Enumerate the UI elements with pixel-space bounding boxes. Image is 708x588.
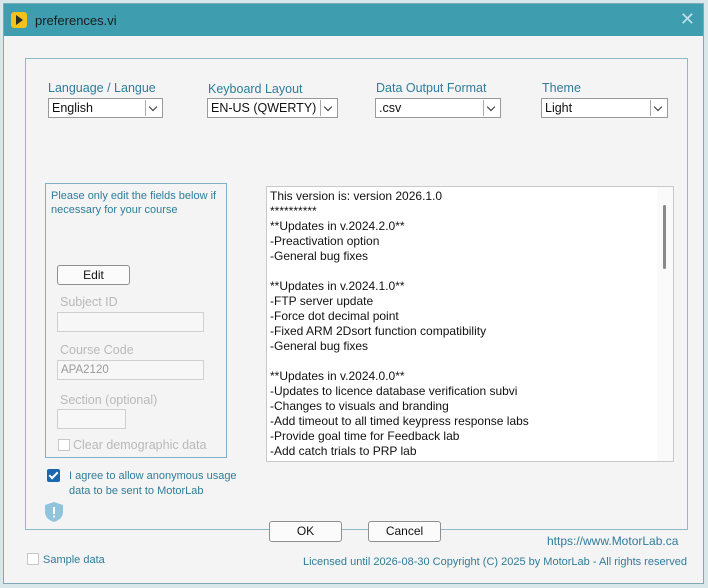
website-link[interactable]: https://www.MotorLab.ca bbox=[547, 534, 678, 548]
shield-icon bbox=[45, 502, 63, 522]
clear-demographic-label: Clear demographic data bbox=[73, 438, 207, 452]
title-bar: preferences.vi ✕ bbox=[4, 4, 703, 36]
output-format-label: Data Output Format bbox=[376, 81, 487, 95]
course-code-value: APA2120 bbox=[61, 364, 109, 376]
app-icon bbox=[11, 12, 27, 28]
subject-id-label: Subject ID bbox=[60, 295, 118, 309]
output-format-select[interactable]: .csv bbox=[375, 98, 501, 118]
preferences-window: preferences.vi ✕ Language / Langue Engli… bbox=[3, 3, 704, 584]
chevron-down-icon[interactable] bbox=[650, 100, 666, 116]
release-notes-text: This version is: version 2026.1.0 ******… bbox=[270, 189, 529, 458]
consent-checkbox[interactable] bbox=[47, 469, 60, 482]
language-value: English bbox=[52, 101, 93, 115]
release-notes-box[interactable]: This version is: version 2026.1.0 ******… bbox=[266, 186, 674, 462]
clear-demographic-checkbox[interactable] bbox=[58, 439, 70, 451]
chevron-down-icon[interactable] bbox=[483, 100, 499, 116]
theme-label: Theme bbox=[542, 81, 581, 95]
edit-button[interactable]: Edit bbox=[57, 265, 130, 285]
language-select[interactable]: English bbox=[48, 98, 163, 118]
keyboard-value: EN-US (QWERTY) bbox=[211, 101, 317, 115]
section-label: Section (optional) bbox=[60, 393, 158, 407]
license-text: Licensed until 2026-08-30 Copyright (C) … bbox=[303, 556, 687, 568]
keyboard-select[interactable]: EN-US (QWERTY) bbox=[207, 98, 338, 118]
course-note: Please only edit the fields below if nec… bbox=[51, 190, 217, 216]
sample-data-checkbox[interactable] bbox=[27, 553, 39, 565]
release-notes-scrollbar[interactable] bbox=[657, 187, 673, 461]
ok-button[interactable]: OK bbox=[269, 521, 342, 542]
chevron-down-icon[interactable] bbox=[320, 100, 336, 116]
subject-id-field[interactable] bbox=[57, 312, 204, 332]
course-code-field[interactable]: APA2120 bbox=[57, 360, 204, 380]
course-code-label: Course Code bbox=[60, 343, 134, 357]
cancel-button[interactable]: Cancel bbox=[368, 521, 441, 542]
theme-select[interactable]: Light bbox=[541, 98, 668, 118]
language-label: Language / Langue bbox=[48, 81, 156, 95]
output-format-value: .csv bbox=[379, 101, 402, 115]
keyboard-label: Keyboard Layout bbox=[208, 82, 303, 96]
close-icon[interactable]: ✕ bbox=[680, 9, 695, 29]
scrollbar-thumb[interactable] bbox=[663, 205, 666, 269]
theme-value: Light bbox=[545, 101, 573, 115]
consent-label: I agree to allow anonymous usage data to… bbox=[69, 470, 237, 497]
section-field[interactable] bbox=[57, 409, 126, 429]
chevron-down-icon[interactable] bbox=[145, 100, 161, 116]
sample-data-label: Sample data bbox=[43, 554, 105, 566]
window-title: preferences.vi bbox=[35, 13, 117, 28]
